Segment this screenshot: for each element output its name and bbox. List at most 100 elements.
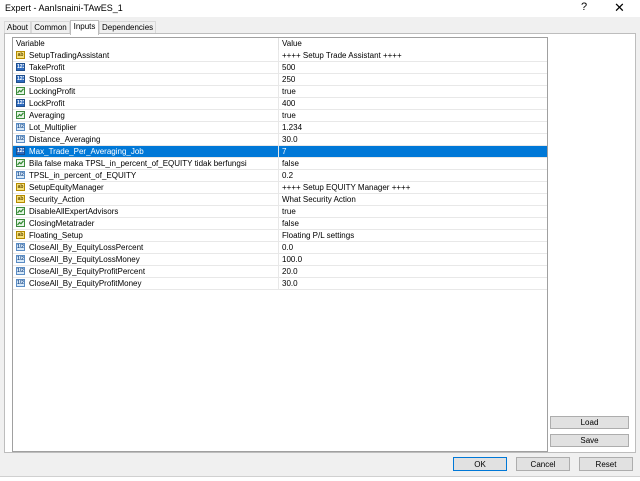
variable-cell[interactable]: 123 Max_Trade_Per_Averaging_Job [13, 146, 279, 157]
value-cell[interactable]: 500 [279, 62, 547, 73]
value-cell[interactable]: false [279, 158, 547, 169]
variable-cell[interactable]: ab SetupTradingAssistant [13, 50, 279, 61]
table-row[interactable]: 123 Max_Trade_Per_Averaging_Job 7 [13, 146, 547, 158]
variable-cell[interactable]: LockingProfit [13, 86, 279, 97]
variable-name: DisableAllExpertAdvisors [29, 207, 119, 216]
variable-cell[interactable]: Averaging [13, 110, 279, 121]
table-row[interactable]: 1/2 Distance_Averaging 30.0 [13, 134, 547, 146]
table-row[interactable]: 1/2 CloseAll_By_EquityProfitPercent 20.0 [13, 266, 547, 278]
table-row[interactable]: DisableAllExpertAdvisors true [13, 206, 547, 218]
table-row[interactable]: 1/2 Lot_Multiplier 1.234 [13, 122, 547, 134]
column-header-variable[interactable]: Variable [13, 38, 279, 50]
ok-button[interactable]: OK [453, 457, 507, 471]
tab-about[interactable]: About [4, 21, 31, 33]
tab-dependencies[interactable]: Dependencies [99, 21, 156, 33]
close-icon[interactable]: ✕ [614, 0, 625, 16]
table-row[interactable]: LockingProfit true [13, 86, 547, 98]
table-row[interactable]: ab Floating_Setup Floating P/L settings [13, 230, 547, 242]
value-cell[interactable]: 20.0 [279, 266, 547, 277]
value-cell[interactable]: 250 [279, 74, 547, 85]
table-row[interactable]: ClosingMetatrader false [13, 218, 547, 230]
tab-common[interactable]: Common [31, 21, 70, 33]
variable-cell[interactable]: ab Security_Action [13, 194, 279, 205]
column-header-value[interactable]: Value [279, 38, 547, 50]
value-cell[interactable]: 7 [279, 146, 547, 157]
variable-cell[interactable]: 1/2 CloseAll_By_EquityProfitMoney [13, 278, 279, 289]
value-cell[interactable]: 30.0 [279, 278, 547, 289]
double-type-icon: 1/2 [16, 171, 25, 179]
table-row[interactable]: 123 TakeProfit 500 [13, 62, 547, 74]
variable-cell[interactable]: 1/2 Lot_Multiplier [13, 122, 279, 133]
table-row[interactable]: ab SetupTradingAssistant ++++ Setup Trade … [13, 50, 547, 62]
value-cell[interactable]: 0.0 [279, 242, 547, 253]
title-bar: Expert - AanIsnaini-TAwES_1 ? ✕ [0, 0, 640, 17]
boolean-type-icon [16, 207, 25, 215]
variable-cell[interactable]: 123 TakeProfit [13, 62, 279, 73]
variable-cell[interactable]: 1/2 Distance_Averaging [13, 134, 279, 145]
double-type-icon: 1/2 [16, 267, 25, 275]
value-cell[interactable]: ++++ Setup EQUITY Manager ++++ [279, 182, 547, 193]
boolean-type-icon [16, 159, 25, 167]
variable-name: Bila false maka TPSL_in_percent_of_EQUIT… [29, 159, 247, 168]
variable-name: SetupTradingAssistant [29, 51, 110, 60]
variable-name: Lot_Multiplier [29, 123, 77, 132]
variable-cell[interactable]: ab SetupEquityManager [13, 182, 279, 193]
value-cell[interactable]: 30.0 [279, 134, 547, 145]
value-cell[interactable]: What Security Action [279, 194, 547, 205]
table-row[interactable]: 123 LockProfit 400 [13, 98, 547, 110]
table-row[interactable]: 1/2 CloseAll_By_EquityProfitMoney 30.0 [13, 278, 547, 290]
table-row[interactable]: Averaging true [13, 110, 547, 122]
cancel-button[interactable]: Cancel [516, 457, 570, 471]
reset-button[interactable]: Reset [579, 457, 633, 471]
string-type-icon: ab [16, 195, 25, 203]
variable-cell[interactable]: 1/2 CloseAll_By_EquityProfitPercent [13, 266, 279, 277]
table-row[interactable]: ab Security_Action What Security Action [13, 194, 547, 206]
variable-cell[interactable]: 123 LockProfit [13, 98, 279, 109]
help-icon[interactable]: ? [581, 1, 587, 13]
string-type-icon: ab [16, 231, 25, 239]
variable-cell[interactable]: 1/2 TPSL_in_percent_of_EQUITY [13, 170, 279, 181]
value-cell[interactable]: 400 [279, 98, 547, 109]
variable-name: Floating_Setup [29, 231, 83, 240]
variable-cell[interactable]: DisableAllExpertAdvisors [13, 206, 279, 217]
string-type-icon: ab [16, 183, 25, 191]
table-row[interactable]: 123 StopLoss 250 [13, 74, 547, 86]
double-type-icon: 1/2 [16, 279, 25, 287]
grid-body: ab SetupTradingAssistant ++++ Setup Trade … [13, 50, 547, 290]
variable-cell[interactable]: 1/2 CloseAll_By_EquityLossPercent [13, 242, 279, 253]
variable-cell[interactable]: ClosingMetatrader [13, 218, 279, 229]
variable-name: Distance_Averaging [29, 135, 101, 144]
variable-cell[interactable]: 1/2 CloseAll_By_EquityLossMoney [13, 254, 279, 265]
integer-type-icon: 123 [16, 147, 25, 155]
table-row[interactable]: 1/2 TPSL_in_percent_of_EQUITY 0.2 [13, 170, 547, 182]
double-type-icon: 1/2 [16, 135, 25, 143]
value-cell[interactable]: Floating P/L settings [279, 230, 547, 241]
value-cell[interactable]: false [279, 218, 547, 229]
value-cell[interactable]: 100.0 [279, 254, 547, 265]
value-cell[interactable]: true [279, 86, 547, 97]
value-cell[interactable]: 0.2 [279, 170, 547, 181]
variable-cell[interactable]: ab Floating_Setup [13, 230, 279, 241]
variable-name: CloseAll_By_EquityLossPercent [29, 243, 144, 252]
tab-inputs[interactable]: Inputs [70, 20, 99, 35]
value-cell[interactable]: 1.234 [279, 122, 547, 133]
table-row[interactable]: 1/2 CloseAll_By_EquityLossMoney 100.0 [13, 254, 547, 266]
value-cell[interactable]: true [279, 110, 547, 121]
variable-name: LockProfit [29, 99, 65, 108]
variable-name: TPSL_in_percent_of_EQUITY [29, 171, 137, 180]
variable-name: CloseAll_By_EquityProfitMoney [29, 279, 142, 288]
save-button[interactable]: Save [550, 434, 629, 447]
load-button[interactable]: Load [550, 416, 629, 429]
value-cell[interactable]: true [279, 206, 547, 217]
table-row[interactable]: ab SetupEquityManager ++++ Setup EQUITY Ma… [13, 182, 547, 194]
variable-name: Max_Trade_Per_Averaging_Job [28, 146, 145, 157]
grid-header: Variable Value [13, 38, 547, 50]
string-type-icon: ab [16, 51, 25, 59]
variable-cell[interactable]: Bila false maka TPSL_in_percent_of_EQUIT… [13, 158, 279, 169]
value-cell[interactable]: ++++ Setup Trade Assistant ++++ [279, 50, 547, 61]
variable-name: CloseAll_By_EquityProfitPercent [29, 267, 146, 276]
table-row[interactable]: Bila false maka TPSL_in_percent_of_EQUIT… [13, 158, 547, 170]
table-row[interactable]: 1/2 CloseAll_By_EquityLossPercent 0.0 [13, 242, 547, 254]
inputs-panel: Variable Value ab SetupTradingAssistant ++… [4, 33, 636, 453]
variable-cell[interactable]: 123 StopLoss [13, 74, 279, 85]
